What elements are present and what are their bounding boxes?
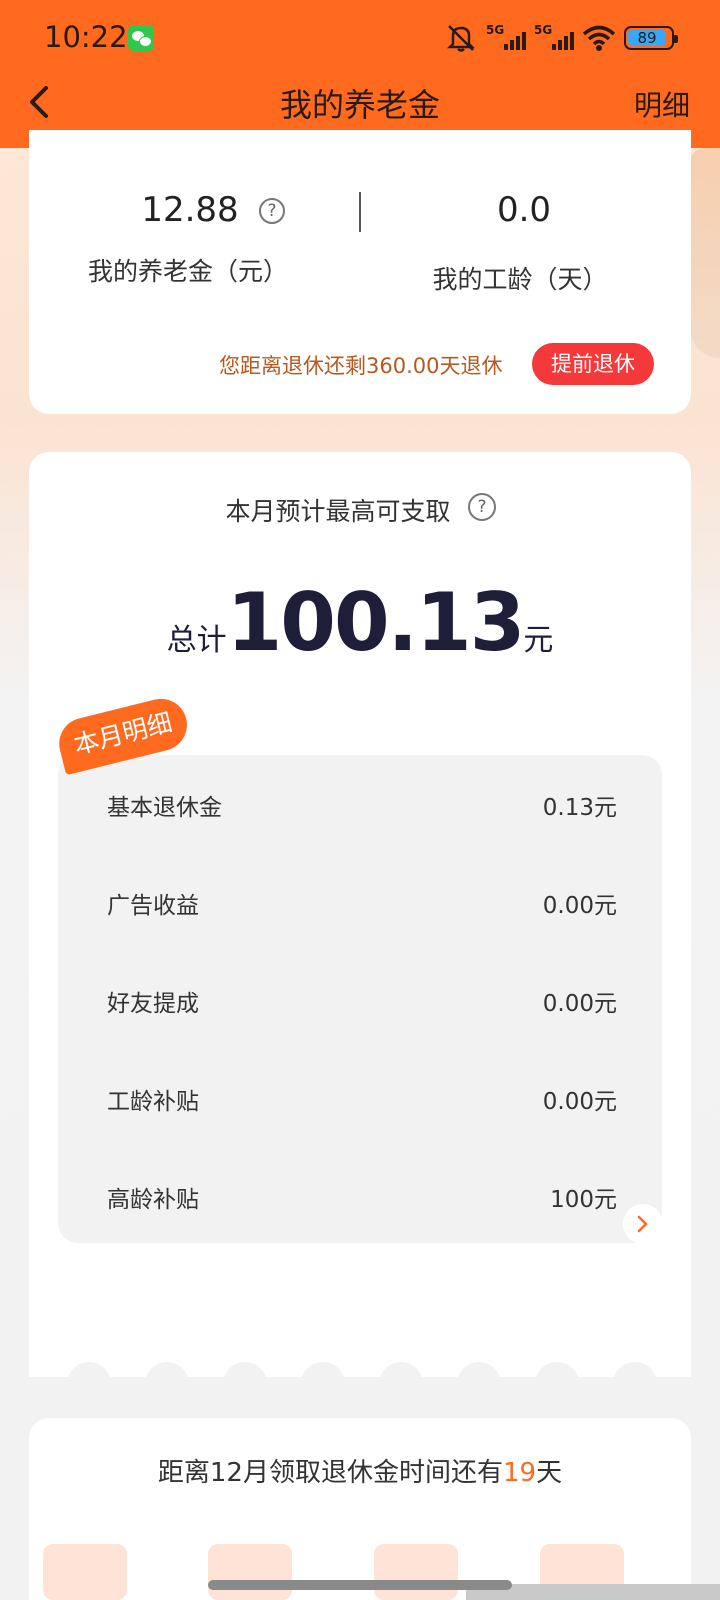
detail-row-ad-income: 广告收益 0.00元 [107, 893, 617, 919]
app-header: 10:22 5G 5G 89 我的养老金 明细 [0, 0, 720, 148]
seniority-value: 0.0 [496, 190, 552, 230]
status-icons: 5G 5G 89 [444, 20, 678, 56]
countdown-box-3 [374, 1544, 458, 1600]
countdown-text: 距离12月领取退休金时间还有19天 [157, 1458, 563, 1488]
early-retire-button[interactable]: 提前退休 [532, 343, 654, 385]
page-title: 我的养老金 [279, 86, 440, 124]
status-time: 10:22 [44, 20, 128, 54]
pension-help-icon[interactable]: ? [259, 198, 285, 224]
card-edge [29, 1362, 691, 1406]
countdown-box-2 [208, 1544, 292, 1600]
detail-link[interactable]: 明细 [634, 84, 690, 124]
seniority-label: 我的工龄（天） [432, 265, 608, 294]
detail-row-age-subsidy: 高龄补贴 100元 [107, 1187, 617, 1213]
signal-1-icon: 5G [486, 23, 526, 53]
monthly-title: 本月预计最高可支取 [225, 497, 451, 526]
pension-label: 我的养老金（元） [88, 257, 289, 286]
pension-value: 12.88 [141, 190, 239, 230]
monthly-total: 总计100.13元 [0, 576, 720, 669]
retire-notice: 您距离退休还剩360.00天退休 [219, 354, 503, 378]
total-amount: 100.13 [226, 576, 526, 669]
detail-row-friend-commission: 好友提成 0.00元 [107, 991, 617, 1017]
battery-icon: 89 [624, 26, 678, 50]
mute-icon [444, 23, 478, 53]
countdown-box-1 [43, 1544, 127, 1600]
total-unit: 元 [523, 623, 554, 658]
decorative-image [690, 148, 720, 358]
stat-divider [359, 192, 361, 232]
wechat-notification-icon [128, 25, 154, 51]
total-prefix: 总计 [166, 623, 227, 658]
monthly-help-icon[interactable]: ? [468, 493, 496, 521]
home-indicator[interactable] [208, 1580, 512, 1590]
detail-row-basic: 基本退休金 0.13元 [107, 795, 617, 821]
expand-button[interactable] [623, 1204, 663, 1244]
detail-row-seniority-subsidy: 工龄补贴 0.00元 [107, 1089, 617, 1115]
signal-2-icon: 5G [534, 23, 574, 53]
wifi-icon [582, 24, 616, 52]
